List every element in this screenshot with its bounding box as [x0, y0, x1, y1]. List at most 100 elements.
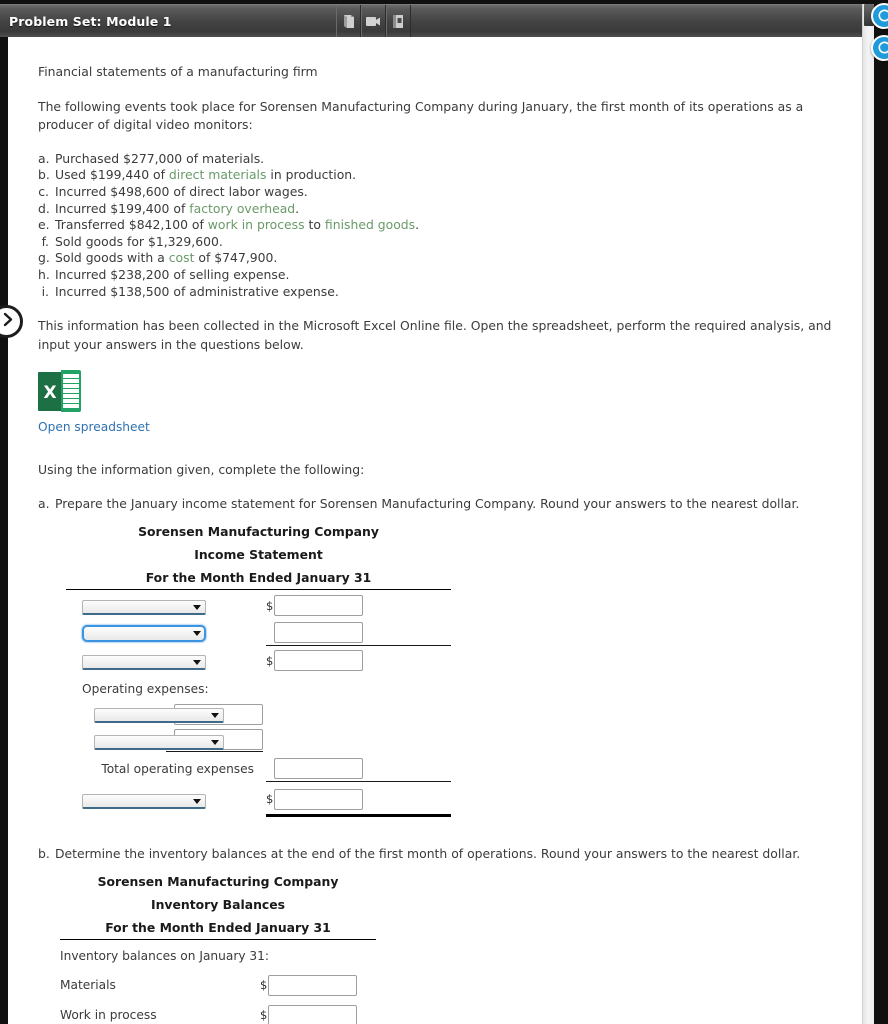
- row1-dropdown-wrap: [82, 600, 206, 616]
- total-opex-money: [266, 758, 363, 780]
- income-row-2-amount[interactable]: [274, 621, 363, 643]
- table-row: $: [66, 590, 451, 619]
- event-text: Sold goods for $1,329,600.: [55, 233, 223, 249]
- glossary-link-factory-overhead[interactable]: factory overhead: [189, 201, 295, 216]
- list-marker: c.: [38, 184, 49, 200]
- row2-amount-cell: [266, 618, 451, 646]
- dollar-sign: $: [260, 978, 268, 993]
- row1-amount-cell: $: [266, 590, 451, 619]
- work-in-process-balance-input[interactable]: [268, 1004, 357, 1024]
- event-text: Purchased $277,000 of materials.: [55, 150, 265, 166]
- event-text: Incurred $238,200 of selling expense.: [55, 266, 290, 282]
- part-b-prompt-row: b. Determine the inventory balances at t…: [38, 845, 840, 864]
- table-row: [66, 618, 451, 646]
- income-row-3-select[interactable]: [82, 654, 206, 670]
- final-select-cell: [66, 782, 266, 816]
- event-text: to: [304, 217, 325, 233]
- part-a-prompt-row: a. Prepare the January income statement …: [38, 495, 840, 514]
- list-text: Transferred $842,100 of work in process …: [55, 217, 419, 234]
- row1-money: $: [266, 595, 363, 617]
- income-statement-name: Income Statement: [194, 546, 323, 562]
- list-marker: b.: [38, 167, 50, 183]
- row2-dropdown-wrap: [82, 625, 206, 643]
- glossary-link-cost[interactable]: cost: [169, 250, 195, 265]
- inventory-period: For the Month Ended January 31: [60, 916, 376, 940]
- chevron-right-icon: [0, 312, 17, 331]
- excel-icon-left: X: [38, 372, 62, 412]
- list-item: h. Incurred $238,200 of selling expense.: [38, 267, 840, 284]
- event-text: Used $199,440 of: [55, 167, 169, 183]
- list-text: Sold goods for $1,329,600.: [55, 234, 223, 251]
- open-book-icon-button[interactable]: [385, 4, 411, 38]
- table-row: $: [66, 781, 451, 818]
- list-marker: f.: [41, 233, 49, 249]
- event-text: Sold goods with a: [55, 250, 169, 266]
- list-marker: i.: [41, 283, 49, 299]
- inventory-amount-cell: $: [260, 999, 376, 1024]
- table-row: $: [66, 701, 451, 727]
- inventory-subheading: Inventory balances on January 31:: [60, 948, 270, 963]
- part-b-prompt: Determine the inventory balances at the …: [55, 846, 801, 862]
- problem-heading: Financial statements of a manufacturing …: [38, 64, 318, 79]
- problem-content-panel: Financial statements of a manufacturing …: [8, 37, 862, 1024]
- video-camera-icon-button[interactable]: [360, 4, 386, 38]
- inventory-company: Sorensen Manufacturing Company: [97, 873, 339, 889]
- income-statement-company: Sorensen Manufacturing Company: [138, 523, 379, 539]
- glossary-link-direct-materials[interactable]: direct materials: [169, 167, 267, 182]
- opex-row-2-select[interactable]: [94, 734, 224, 750]
- list-item: e. Transferred $842,100 of work in proce…: [38, 217, 840, 234]
- list-marker: e.: [38, 217, 50, 233]
- row3-amount-cell: $: [266, 645, 451, 674]
- list-item: d. Incurred $199,400 of factory overhead…: [38, 201, 840, 218]
- final-money: $: [266, 788, 363, 810]
- open-spreadsheet-link[interactable]: Open spreadsheet: [38, 420, 150, 434]
- row2-money: [266, 621, 363, 643]
- materials-money: $: [260, 974, 357, 996]
- info-icon: [878, 39, 888, 58]
- excel-note: This information has been collected in t…: [38, 318, 832, 352]
- wip-money: $: [260, 1004, 357, 1024]
- income-row-1-amount[interactable]: [274, 595, 363, 617]
- help-icon: [878, 7, 888, 26]
- inventory-label-materials: Materials: [60, 977, 116, 992]
- list-marker: d.: [38, 200, 50, 216]
- total-operating-expenses-amount[interactable]: [274, 758, 363, 780]
- list-text: Incurred $498,600 of direct labor wages.: [55, 184, 308, 201]
- window-titlebar: Problem Set: Module 1: [0, 4, 866, 38]
- glossary-link-finished-goods[interactable]: finished goods: [325, 217, 415, 232]
- list-text: Sold goods with a cost of $747,900.: [55, 250, 277, 267]
- glossary-link-work-in-process[interactable]: work in process: [208, 217, 305, 232]
- materials-balance-input[interactable]: [268, 974, 357, 996]
- list-text: Incurred $199,400 of factory overhead.: [55, 201, 299, 218]
- operating-expenses-label: Operating expenses:: [82, 681, 209, 696]
- problem-intro: The following events took place for Sore…: [38, 98, 804, 133]
- list-item: f. Sold goods for $1,329,600.: [38, 234, 840, 251]
- part-a-prompt: Prepare the January income statement for…: [55, 496, 800, 512]
- income-statement-period: For the Month Ended January 31: [66, 566, 451, 590]
- event-text: .: [415, 217, 420, 233]
- ebook-icon-button[interactable]: [335, 4, 361, 38]
- inventory-amount-cell: $: [260, 969, 376, 999]
- income-row-2-select[interactable]: [82, 625, 206, 643]
- excel-icon[interactable]: X: [38, 370, 81, 413]
- event-text: Incurred $138,500 of administrative expe…: [55, 283, 339, 299]
- table-row: $: [66, 645, 451, 674]
- opex-row-1-select[interactable]: [94, 708, 224, 724]
- part-b-marker: b.: [38, 846, 50, 862]
- income-row-3-amount[interactable]: [274, 650, 363, 672]
- event-text: Transferred $842,100 of: [55, 217, 208, 233]
- total-opex-amount-cell: [266, 754, 451, 783]
- list-marker: h.: [38, 266, 50, 282]
- list-marker: a.: [38, 150, 50, 166]
- table-row: Materials $: [60, 969, 376, 999]
- net-income-amount[interactable]: [274, 788, 363, 810]
- income-row-1-select[interactable]: [82, 600, 206, 616]
- opex2-amount-cell: [166, 727, 451, 754]
- list-text: Purchased $277,000 of materials.: [55, 151, 264, 168]
- income-statement-block: Sorensen Manufacturing Company Income St…: [66, 520, 451, 818]
- income-statement-table: $ $ Operating expenses: Total operating …: [66, 590, 451, 818]
- total-operating-expenses-label: Total operating expenses: [101, 761, 254, 776]
- vertical-scrollbar[interactable]: [862, 4, 874, 1024]
- dollar-sign: $: [266, 598, 274, 613]
- income-final-select[interactable]: [82, 793, 206, 809]
